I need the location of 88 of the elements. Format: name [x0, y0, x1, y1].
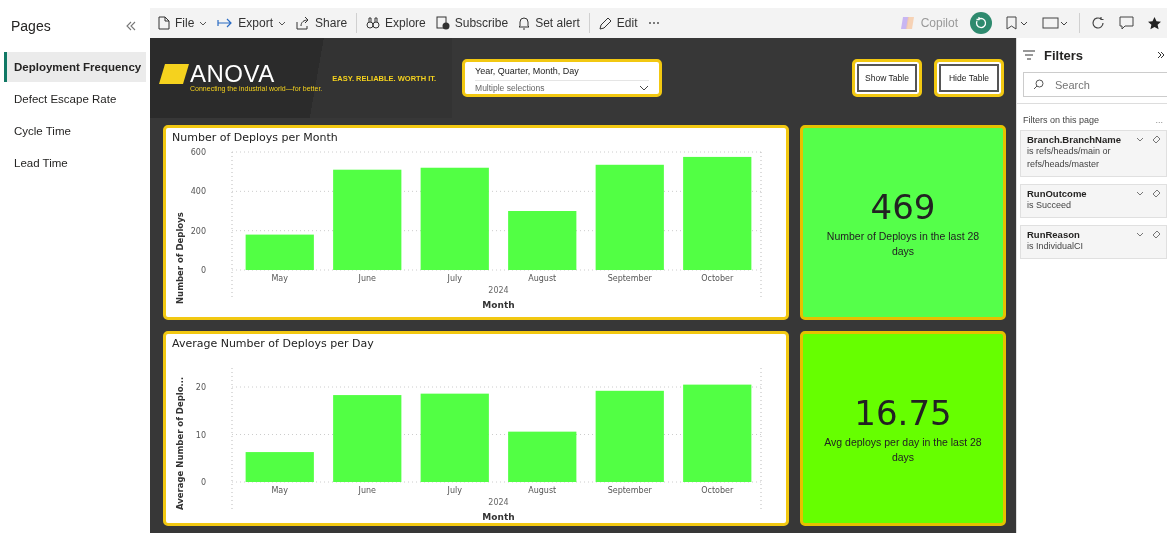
- filter-condition: is Succeed: [1027, 199, 1073, 212]
- star-icon[interactable]: [1148, 16, 1161, 30]
- toolbar-button[interactable]: File: [154, 13, 212, 33]
- chevron-icon: [639, 85, 650, 91]
- page-tab[interactable]: Deployment Frequency: [4, 52, 146, 82]
- axis-tick: 400: [190, 187, 206, 197]
- pencil-icon: [598, 16, 612, 30]
- axis-group-label: 2024: [488, 498, 509, 507]
- filter-card[interactable]: RunReason is IndividualCI: [1020, 225, 1167, 259]
- report-button[interactable]: Show Table: [852, 59, 922, 97]
- report-button[interactable]: Hide Table: [934, 59, 1004, 97]
- filter-condition: is refs/heads/main or refs/heads/master: [1027, 145, 1112, 171]
- axis-title: Number of Deploys: [175, 212, 185, 304]
- pages-title: Pages: [11, 18, 51, 34]
- kpi-label: Avg deploys per day in the last 28 days: [823, 434, 983, 465]
- page-tab[interactable]: Lead Time: [4, 148, 146, 178]
- eraser-icon[interactable]: [1152, 230, 1161, 239]
- chart-title: Number of Deploys per Month: [172, 131, 338, 144]
- axis-title: Month: [482, 300, 515, 310]
- eraser-icon[interactable]: [1152, 189, 1161, 198]
- axis-tick: July: [447, 486, 462, 495]
- page-tab[interactable]: Cycle Time: [4, 116, 146, 146]
- axis-tick: 20: [195, 383, 206, 392]
- axis-tick: September: [607, 486, 652, 495]
- filters-title: Filters: [1044, 47, 1083, 63]
- toolbar-button[interactable]: Subscribe: [431, 13, 513, 33]
- chevron-icon[interactable]: [1136, 191, 1144, 196]
- filter-field: RunReason: [1027, 229, 1128, 240]
- document-icon: [158, 16, 170, 30]
- more-button[interactable]: ⋯: [643, 13, 665, 33]
- axis-tick: June: [358, 274, 376, 283]
- comment-icon[interactable]: [1119, 16, 1134, 30]
- refresh-icon[interactable]: [1091, 16, 1105, 30]
- slicer-title: Year, Quarter, Month, Day: [475, 66, 580, 76]
- avatar-icon[interactable]: [970, 12, 992, 34]
- axis-title: Average Number of Deplo...: [175, 376, 185, 510]
- toolbar-button[interactable]: Explore: [362, 13, 430, 33]
- axis-tick: June: [358, 486, 376, 495]
- copilot-icon: [899, 16, 916, 30]
- more-button[interactable]: ...: [1155, 115, 1163, 125]
- arrow-icon: [217, 18, 234, 28]
- logo-mark-icon: [159, 63, 189, 84]
- kpi-label: Number of Deploys in the last 28 days: [825, 228, 981, 259]
- section-title: Filters on this page: [1023, 115, 1100, 125]
- axis-tick: 0: [200, 478, 206, 487]
- axis-tick: October: [701, 274, 734, 283]
- kpi-value: 469: [870, 186, 936, 227]
- binoculars-icon: [366, 17, 381, 29]
- chevron-icon[interactable]: [1136, 232, 1144, 237]
- axis-title: Month: [482, 512, 515, 520]
- toolbar-button[interactable]: Set alert: [514, 13, 584, 33]
- filter-condition: is IndividualCI: [1027, 240, 1085, 253]
- chart-title: Average Number of Deploys per Day: [172, 337, 374, 350]
- filter-field: Branch.BranchName: [1027, 134, 1128, 145]
- axis-tick: 0: [200, 266, 206, 275]
- axis-tick: August: [528, 486, 557, 495]
- filter-card[interactable]: RunOutcome is Succeed: [1020, 184, 1167, 218]
- filter-icon: [1023, 50, 1035, 60]
- axis-tick: 600: [190, 148, 206, 157]
- subscribe-icon: [435, 16, 450, 30]
- expand-icon[interactable]: [1158, 51, 1164, 59]
- filter-card[interactable]: Branch.BranchName is refs/heads/main or refs/heads/master: [1020, 130, 1167, 177]
- axis-tick: August: [528, 274, 557, 283]
- axis-tick: July: [447, 274, 462, 283]
- page-tab[interactable]: Defect Escape Rate: [4, 84, 146, 114]
- axis-tick: September: [607, 274, 652, 283]
- axis-tick: May: [271, 274, 288, 283]
- search-field[interactable]: Search: [1023, 72, 1167, 97]
- bell-icon: [518, 16, 531, 30]
- view-icon[interactable]: [1042, 17, 1068, 29]
- eraser-icon[interactable]: [1152, 135, 1161, 144]
- axis-tick: 10: [195, 430, 206, 440]
- logo-name: ANOVA: [190, 63, 275, 84]
- toolbar-button[interactable]: Export: [213, 13, 291, 33]
- toolbar-button[interactable]: Edit: [594, 13, 642, 33]
- kpi-value: 16.75: [854, 392, 952, 433]
- slicer-dropdown[interactable]: Multiple selections: [475, 80, 650, 93]
- toolbar-button[interactable]: Share: [292, 13, 352, 33]
- collapse-icon[interactable]: [126, 21, 136, 31]
- axis-tick: May: [271, 486, 288, 495]
- date-slicer[interactable]: Year, Quarter, Month, Day Multiple selections: [462, 59, 663, 97]
- bookmark-icon[interactable]: [1006, 16, 1028, 30]
- axis-tick: October: [701, 486, 734, 495]
- chevron-icon[interactable]: [1136, 137, 1144, 142]
- axis-group-label: 2024: [488, 286, 509, 295]
- share-icon: [296, 16, 311, 30]
- axis-tick: 200: [190, 226, 206, 236]
- filter-field: RunOutcome: [1027, 188, 1128, 199]
